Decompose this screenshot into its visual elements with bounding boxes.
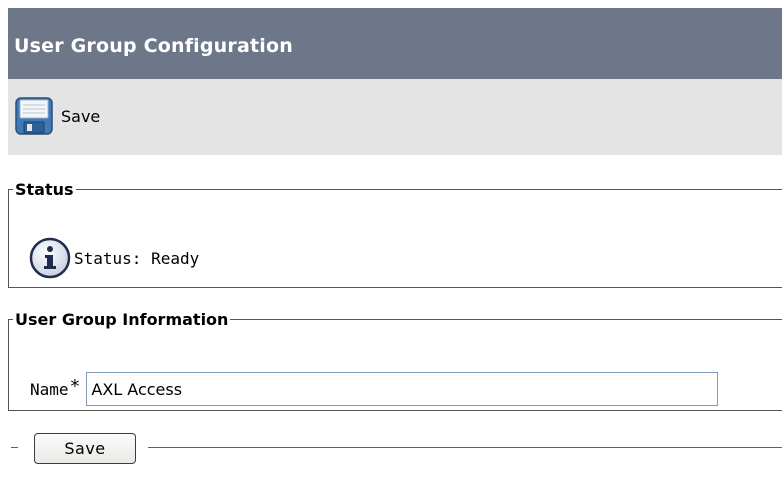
status-legend: Status: [15, 180, 74, 199]
name-label: Name: [30, 379, 69, 399]
floppy-disk-icon: [15, 97, 53, 135]
name-input[interactable]: [86, 372, 719, 406]
page-title: User Group Configuration: [14, 35, 293, 57]
divider-right: [148, 447, 782, 448]
toolbar-save-button[interactable]: Save: [14, 93, 100, 139]
toolbar: Save: [8, 79, 782, 155]
status-section: Status Status: Ready: [8, 180, 782, 288]
page: User Group Configuration Save Status Sta…: [0, 0, 782, 490]
status-text: Status: Ready: [74, 248, 200, 268]
name-row: Name *: [30, 372, 719, 406]
save-button[interactable]: Save: [34, 433, 136, 464]
toolbar-save-label: Save: [61, 106, 101, 126]
divider-left: [11, 447, 18, 448]
user-group-information-section: User Group Information Name *: [8, 310, 782, 411]
user-group-information-legend: User Group Information: [15, 310, 229, 329]
status-row: Status: Ready: [29, 237, 199, 279]
info-icon: [29, 237, 71, 279]
required-marker: *: [69, 375, 81, 397]
title-bar: User Group Configuration: [8, 8, 782, 79]
bottom-button-bar: Save: [0, 430, 782, 466]
